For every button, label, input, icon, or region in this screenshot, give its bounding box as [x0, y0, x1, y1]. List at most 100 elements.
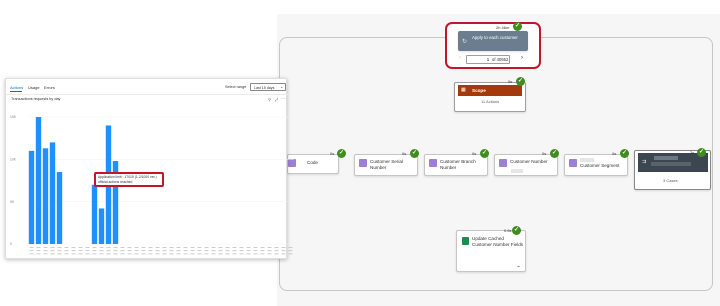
chart-bar[interactable] — [42, 148, 49, 244]
x-tick-label — [253, 250, 258, 252]
x-tick-label — [71, 253, 76, 255]
action-card-customer-branch-number[interactable]: Customer Branch Number — [424, 154, 488, 176]
x-tick-label — [113, 253, 118, 255]
time-range-dropdown[interactable]: Last 15 days ⌄ — [250, 83, 286, 91]
chart-bar[interactable] — [91, 184, 98, 244]
x-tick-label — [218, 247, 223, 248]
action-card-customer-number[interactable]: Customer Number — [494, 154, 558, 176]
x-tick-label — [274, 247, 279, 248]
apply-to-each-title: Apply to each customer — [472, 35, 518, 40]
x-tick-label — [148, 253, 153, 255]
chevron-right-icon[interactable]: › — [521, 55, 523, 61]
success-check-icon: ✓ — [480, 149, 489, 158]
chart-bar[interactable] — [49, 142, 56, 244]
x-tick-label — [78, 247, 83, 248]
x-tick-label — [134, 247, 139, 248]
x-tick-label — [218, 250, 223, 252]
x-tick-label — [127, 247, 132, 248]
scope-icon: ▦ — [461, 87, 466, 93]
update-title: Update Cached Customer Number Fields — [472, 236, 524, 247]
x-tick-label — [267, 253, 272, 255]
x-tick-label — [57, 247, 62, 248]
x-tick-label — [85, 253, 90, 255]
x-tick-label — [148, 250, 153, 252]
x-tick-label — [85, 247, 90, 248]
x-tick-label — [288, 247, 293, 248]
x-tick-label — [29, 253, 34, 255]
chart-bar[interactable] — [98, 208, 105, 244]
x-tick-label — [260, 250, 265, 252]
x-tick-label — [78, 253, 83, 255]
x-tick-label — [50, 250, 55, 252]
x-tick-label — [127, 253, 132, 255]
chart-bar[interactable] — [35, 117, 42, 244]
time-range-value: Last 15 days — [254, 85, 275, 90]
x-tick-label — [36, 247, 41, 248]
x-tick-label — [190, 247, 195, 248]
chevron-left-icon[interactable]: ‹ — [459, 55, 461, 61]
x-tick-label — [204, 250, 209, 252]
x-tick-label — [99, 247, 104, 248]
scope-title: Scope — [472, 88, 486, 93]
x-tick-label — [162, 253, 167, 255]
x-tick-label — [274, 253, 279, 255]
x-tick-label — [120, 253, 125, 255]
tab-actions[interactable]: Actions — [10, 85, 23, 90]
variable-icon — [288, 159, 296, 167]
chart-bar[interactable] — [56, 172, 63, 244]
x-tick-label — [197, 247, 202, 248]
action-title: Customer Branch Number — [440, 159, 476, 170]
x-tick-label — [288, 253, 293, 255]
x-tick-label — [211, 247, 216, 248]
action-duration: 0s — [542, 151, 547, 156]
x-tick-label — [106, 250, 111, 252]
variable-icon — [499, 159, 507, 167]
action-title: Customer Segment — [580, 163, 620, 168]
x-tick-label — [92, 253, 97, 255]
x-tick-label — [29, 250, 34, 252]
success-check-icon: ✓ — [550, 149, 559, 158]
y-tick-label: 0 — [10, 242, 12, 246]
x-tick-label — [57, 250, 62, 252]
variable-icon — [569, 159, 577, 167]
action-card-customer-segment[interactable]: Customer Segment — [564, 154, 628, 176]
success-check-icon: ✓ — [512, 226, 521, 235]
x-tick-label — [281, 250, 286, 252]
x-tick-label — [267, 250, 272, 252]
more-icon[interactable]: ⋯ — [281, 96, 285, 101]
x-tick-label — [99, 253, 104, 255]
x-tick-label — [106, 247, 111, 248]
x-tick-label — [232, 250, 237, 252]
x-tick-label — [225, 250, 230, 252]
action-card-code[interactable]: Code — [287, 154, 339, 174]
chart-bar[interactable] — [28, 150, 35, 244]
x-tick-label — [162, 250, 167, 252]
apply-to-each-duration: 2h 46m — [496, 25, 510, 30]
x-tick-label — [120, 247, 125, 248]
x-tick-label — [64, 250, 69, 252]
x-tick-label — [204, 247, 209, 248]
update-card[interactable]: Update Cached Customer Number Fields ⌁ — [456, 230, 526, 272]
apply-to-each-card[interactable]: ↻ Apply to each customer — [458, 31, 528, 51]
x-tick-label — [92, 247, 97, 248]
x-tick-label — [71, 250, 76, 252]
x-tick-label — [190, 250, 195, 252]
tab-usage[interactable]: Usage — [28, 85, 40, 90]
action-card-customer-serial-number[interactable]: Customer Serial Number — [354, 154, 418, 176]
x-tick-label — [204, 253, 209, 255]
pin-icon[interactable]: ⚲ — [268, 97, 271, 102]
x-tick-label — [197, 250, 202, 252]
x-tick-label — [190, 253, 195, 255]
expand-icon[interactable]: ⤢ — [275, 97, 278, 102]
page-total: of 40652 — [492, 57, 509, 62]
tab-errors[interactable]: Errors — [44, 85, 55, 90]
x-tick-label — [260, 247, 265, 248]
x-tick-label — [29, 247, 34, 248]
action-title: Customer Number — [510, 159, 548, 164]
time-range-label: Select range — [225, 85, 247, 89]
scope-card[interactable]: ▦ Scope 11 Actions — [454, 82, 526, 112]
x-tick-label — [106, 253, 111, 255]
x-tick-label — [183, 247, 188, 248]
x-tick-label — [246, 247, 251, 248]
y-tick-label: 15K — [10, 115, 17, 119]
